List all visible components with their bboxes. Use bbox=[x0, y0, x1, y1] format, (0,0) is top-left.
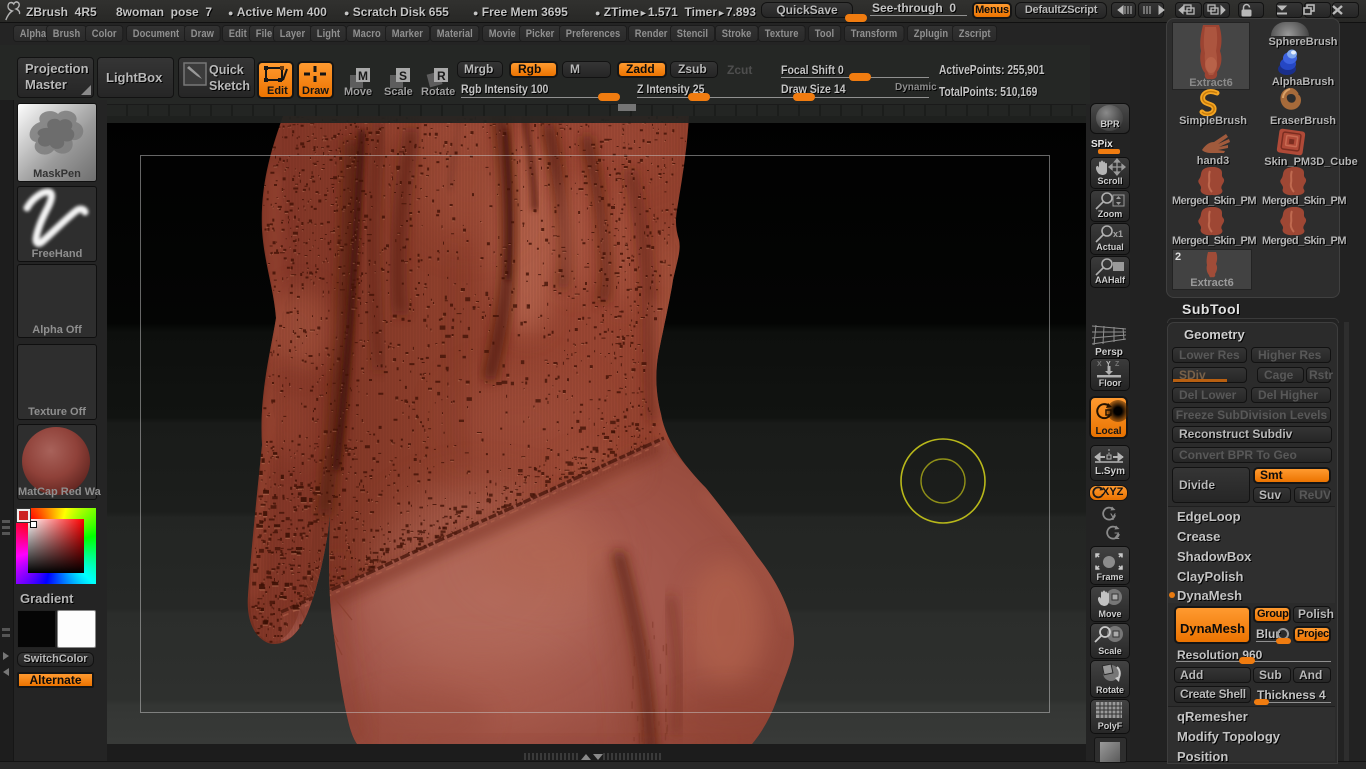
svg-text:x1: x1 bbox=[1113, 229, 1123, 239]
svg-text:Z: Z bbox=[1115, 361, 1120, 368]
svg-text:M: M bbox=[358, 69, 368, 83]
svg-text:Z: Z bbox=[1114, 531, 1120, 541]
svg-text:X: X bbox=[1097, 361, 1102, 368]
svg-text:R: R bbox=[437, 69, 446, 83]
svg-text:Edit: Edit bbox=[267, 85, 288, 97]
svg-text:Draw: Draw bbox=[302, 85, 329, 97]
svg-text:S: S bbox=[399, 69, 407, 83]
svg-text:Y: Y bbox=[1110, 512, 1116, 522]
